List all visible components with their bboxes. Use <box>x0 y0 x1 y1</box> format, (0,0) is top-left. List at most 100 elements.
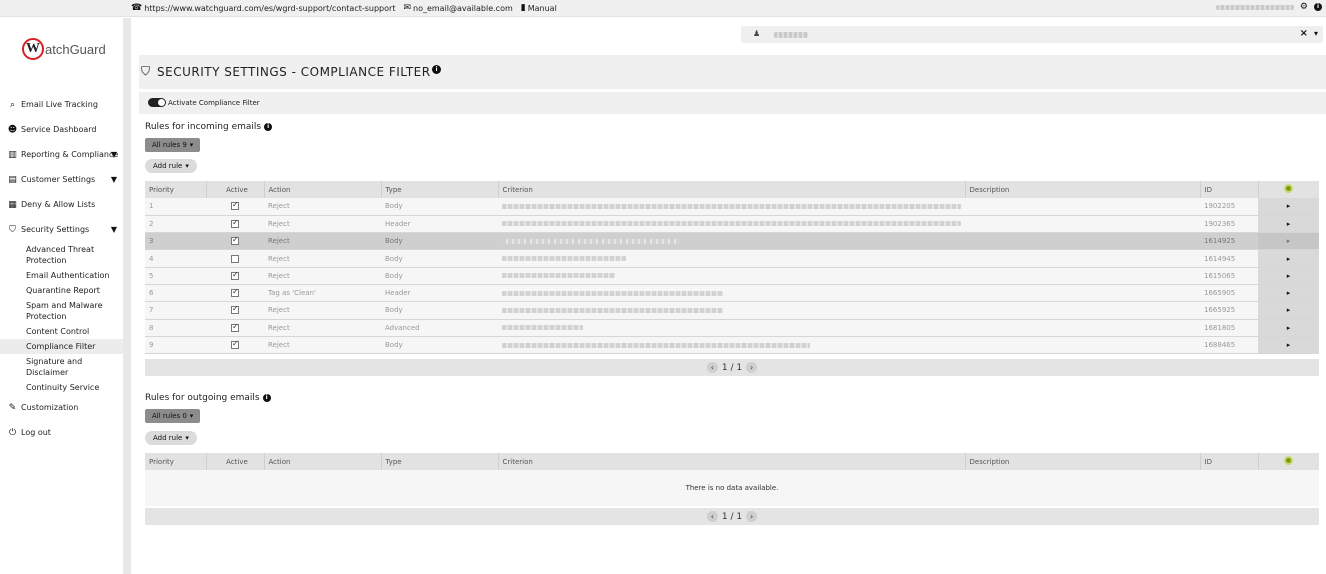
col-type[interactable]: Type <box>380 181 498 198</box>
sidebar-item-log-out[interactable]: ⏻ Log out <box>0 420 123 445</box>
page-header: ⛉ SECURITY SETTINGS - COMPLIANCE FILTER … <box>139 55 1326 89</box>
col-action[interactable]: Action <box>263 181 381 198</box>
col-id[interactable]: ID <box>1199 453 1258 470</box>
row-open-icon[interactable]: ▸ <box>1258 267 1319 285</box>
table-row[interactable]: 9 RejectBody 1688465▸ <box>145 336 1319 355</box>
subnav-compliance-filter[interactable]: Compliance Filter <box>0 339 123 354</box>
row-open-icon[interactable]: ▸ <box>1258 198 1319 216</box>
top-bar: ☎ https://www.watchguard.com/es/wgrd-supp… <box>0 0 1326 17</box>
col-description[interactable]: Description <box>964 181 1200 198</box>
top-right: ⚙ i <box>1215 2 1322 12</box>
info-icon[interactable]: i <box>262 394 271 402</box>
sidebar-item-deny-allow-lists[interactable]: ▦ Deny & Allow Lists <box>0 192 123 217</box>
table-row[interactable]: 5 RejectBody 1615065▸ <box>145 267 1319 285</box>
col-id[interactable]: ID <box>1199 181 1258 198</box>
priority-cell: 6 <box>145 284 206 303</box>
caret-down-icon: ▼ <box>110 150 117 159</box>
settings-icon[interactable]: ⚙ <box>1300 2 1308 12</box>
info-icon[interactable]: i <box>264 123 273 131</box>
subnav-quarantine-report[interactable]: Quarantine Report <box>26 283 123 298</box>
col-active[interactable]: Active <box>205 453 264 470</box>
col-criterion[interactable]: Criterion <box>497 181 965 198</box>
outgoing-add-rule-button[interactable]: Add rule ▾ <box>145 431 197 445</box>
table-row[interactable]: 1 RejectBody 1902205▸ <box>145 198 1319 216</box>
subnav-signature-disclaimer[interactable]: Signature and Disclaimer <box>26 354 123 380</box>
column-settings-icon[interactable] <box>1284 456 1294 465</box>
table-row[interactable]: 2 RejectHeader 1902365▸ <box>145 215 1319 234</box>
table-row[interactable]: 7 RejectBody 1665925▸ <box>145 301 1319 320</box>
row-open-icon[interactable]: ▸ <box>1258 232 1319 251</box>
incoming-add-rule-button[interactable]: Add rule ▾ <box>145 159 197 173</box>
col-type[interactable]: Type <box>380 453 498 470</box>
col-settings[interactable] <box>1257 453 1319 470</box>
activate-toggle[interactable] <box>148 98 166 107</box>
subnav-content-control[interactable]: Content Control <box>26 324 123 339</box>
action-cell: Reject <box>264 198 381 216</box>
table-row[interactable]: 4 Reject Body 1614945 ▸ <box>145 249 1319 268</box>
subnav-spam-malware-protection[interactable]: Spam and Malware Protection <box>26 298 123 324</box>
user-selector[interactable]: ♟ × ▾ <box>741 26 1323 43</box>
type-cell: Body <box>381 336 498 355</box>
sidebar-item-customization[interactable]: ✎ Customization <box>0 395 123 420</box>
email-link[interactable]: ✉ no_email@available.com <box>403 3 512 13</box>
row-open-icon[interactable]: ▸ <box>1258 249 1319 268</box>
row-open-icon[interactable]: ▸ <box>1258 336 1319 355</box>
active-checkbox[interactable] <box>231 218 239 228</box>
row-open-icon[interactable]: ▸ <box>1258 319 1319 337</box>
prev-page-icon[interactable]: ‹ <box>706 511 718 522</box>
info-icon[interactable]: i <box>432 65 441 74</box>
id-cell: 1665925 <box>1200 301 1258 320</box>
active-checkbox[interactable] <box>231 235 239 246</box>
row-open-icon[interactable]: ▸ <box>1258 215 1319 234</box>
row-open-icon[interactable]: ▸ <box>1258 301 1319 320</box>
criterion-cell <box>498 301 965 320</box>
sidebar-item-reporting-compliance[interactable]: ▥ Reporting & Compliance ▼ <box>0 142 123 167</box>
incoming-filter-dropdown[interactable]: All rules 9 ▾ <box>145 138 201 152</box>
subnav-email-authentication[interactable]: Email Authentication <box>26 268 123 283</box>
sidebar-item-security-settings[interactable]: ⛉ Security Settings ▼ <box>0 217 123 242</box>
col-priority[interactable]: Priority <box>145 181 206 198</box>
col-description[interactable]: Description <box>964 453 1200 470</box>
col-action[interactable]: Action <box>263 453 381 470</box>
type-cell: Body <box>381 301 498 320</box>
id-cell: 1665905 <box>1200 284 1258 303</box>
table-row[interactable]: 8 RejectAdvanced 1681805▸ <box>145 319 1319 337</box>
clear-icon[interactable]: × <box>1300 28 1308 39</box>
col-settings[interactable] <box>1257 181 1319 198</box>
criterion-cell <box>498 319 965 337</box>
subnav-advanced-threat-protection[interactable]: Advanced Threat Protection <box>26 242 123 268</box>
active-checkbox[interactable] <box>231 254 239 263</box>
sidebar-item-customer-settings[interactable]: ▤ Customer Settings ▼ <box>0 167 123 192</box>
dropdown-caret-icon[interactable]: ▾ <box>1314 29 1318 38</box>
manual-link[interactable]: ▮ Manual <box>521 3 557 13</box>
col-criterion[interactable]: Criterion <box>497 453 965 470</box>
table-row[interactable]: 3 RejectBody 1614925▸ <box>145 232 1319 251</box>
outgoing-filter-dropdown[interactable]: All rules 0 ▾ <box>145 409 201 423</box>
prev-page-icon[interactable]: ‹ <box>706 362 718 373</box>
watchguard-logo[interactable]: W atchGuard <box>22 38 106 60</box>
phone-link[interactable]: ☎ https://www.watchguard.com/es/wgrd-supp… <box>131 3 395 13</box>
type-cell: Header <box>381 284 498 303</box>
next-page-icon[interactable]: › <box>746 511 758 522</box>
active-checkbox[interactable] <box>231 287 239 298</box>
criterion-value <box>502 273 615 279</box>
priority-cell: 7 <box>145 301 206 320</box>
list-icon: ▦ <box>8 199 17 210</box>
row-open-icon[interactable]: ▸ <box>1258 284 1319 303</box>
active-checkbox[interactable] <box>231 322 239 332</box>
subnav-continuity-service[interactable]: Continuity Service <box>26 380 123 395</box>
active-checkbox[interactable] <box>231 339 239 350</box>
info-icon[interactable]: i <box>1314 3 1322 11</box>
active-cell <box>206 284 264 303</box>
criterion-value <box>502 203 961 209</box>
active-checkbox[interactable] <box>231 304 239 315</box>
next-page-icon[interactable]: › <box>746 362 758 373</box>
sidebar-item-email-live-tracking[interactable]: ⌕ Email Live Tracking <box>0 92 123 117</box>
col-active[interactable]: Active <box>205 181 264 198</box>
column-settings-icon[interactable] <box>1284 184 1294 193</box>
table-row[interactable]: 6 Tag as 'Clean'Header 1665905▸ <box>145 284 1319 303</box>
active-checkbox[interactable] <box>231 270 239 280</box>
active-checkbox[interactable] <box>231 200 239 211</box>
sidebar-item-service-dashboard[interactable]: ☻ Service Dashboard <box>0 117 123 142</box>
col-priority[interactable]: Priority <box>145 453 206 470</box>
